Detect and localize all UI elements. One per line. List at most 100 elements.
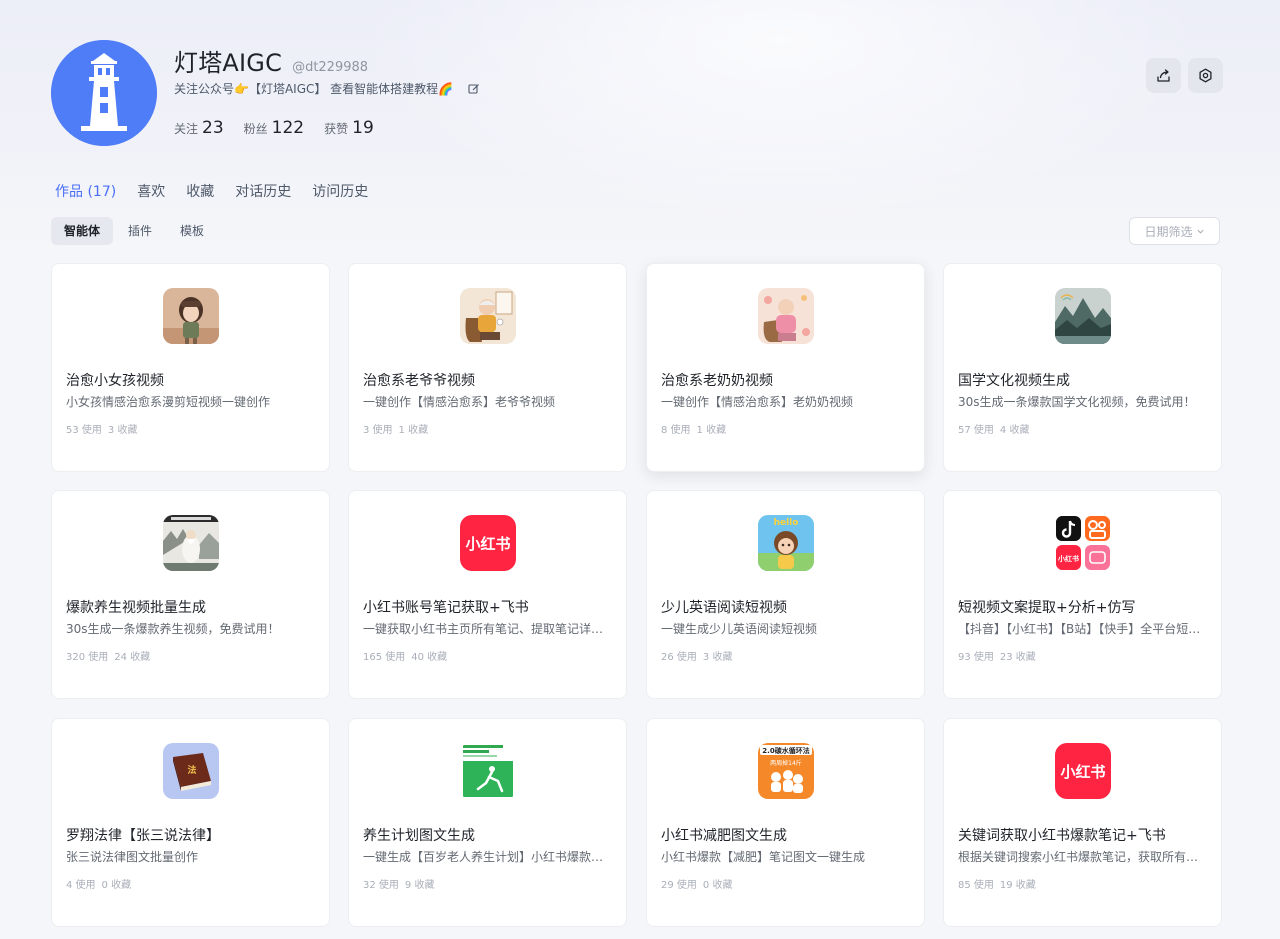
svg-text:2.0碳水循环法: 2.0碳水循环法 xyxy=(762,746,809,755)
health-plan-icon xyxy=(460,743,516,799)
share-button[interactable] xyxy=(1146,58,1181,93)
subtab-agents[interactable]: 智能体 xyxy=(51,217,114,245)
gear-icon xyxy=(1199,68,1212,83)
card-meta: 8 使用 1 收藏 xyxy=(661,421,726,436)
card-meta: 3 使用 1 收藏 xyxy=(363,421,428,436)
xiaohongshu-logo-icon: 小红书 xyxy=(460,515,516,571)
edit-icon[interactable] xyxy=(467,82,481,96)
card-description: 小女孩情感治愈系漫剪短视频一键创作 xyxy=(66,395,271,409)
card-meta: 26 使用 3 收藏 xyxy=(661,648,732,663)
landscape-painting-icon xyxy=(1055,288,1111,344)
stat-likes[interactable]: 获赞 19 xyxy=(324,118,374,138)
stat-followers[interactable]: 粉丝 122 xyxy=(244,118,304,138)
tab-visit-history[interactable]: 访问历史 xyxy=(312,181,368,201)
card-uses: 165 使用 xyxy=(363,652,406,663)
girl-illustration-icon xyxy=(163,288,219,344)
card-title: 治愈小女孩视频 xyxy=(66,373,164,389)
card-favorites: 3 收藏 xyxy=(107,425,138,436)
card-uses: 93 使用 xyxy=(958,652,994,663)
agent-card[interactable]: 小红书 关键词获取小红书爆款笔记+飞书 根据关键词搜索小红书爆款笔记，获取所有笔… xyxy=(943,718,1222,927)
card-description: 根据关键词搜索小红书爆款笔记，获取所有笔记详情并同步到飞书 xyxy=(958,850,1208,864)
stat-label: 获赞 xyxy=(324,122,349,136)
card-title: 爆款养生视频批量生成 xyxy=(66,600,206,616)
chevron-down-icon xyxy=(1196,229,1204,234)
subtab-plugins[interactable]: 插件 xyxy=(115,217,165,245)
agent-card[interactable]: 治愈小女孩视频 小女孩情感治愈系漫剪短视频一键创作 53 使用 3 收藏 xyxy=(51,263,330,472)
card-description: 一键创作【情感治愈系】老奶奶视频 xyxy=(661,395,854,409)
card-title: 小红书账号笔记获取+飞书 xyxy=(363,600,529,616)
tab-likes[interactable]: 喜欢 xyxy=(137,181,165,201)
stat-following[interactable]: 关注 23 xyxy=(174,118,224,138)
card-favorites: 9 收藏 xyxy=(404,880,435,891)
card-title: 治愈系老奶奶视频 xyxy=(661,373,773,389)
stat-value: 23 xyxy=(202,118,224,138)
agent-card[interactable]: 爆款养生视频批量生成 30s生成一条爆款养生视频，免费试用！ 320 使用 24… xyxy=(51,490,330,699)
date-filter-label: 日期筛选 xyxy=(1144,224,1193,239)
xiaohongshu-logo-icon: 小红书 xyxy=(1055,743,1111,799)
agent-card[interactable]: 治愈系老爷爷视频 一键创作【情感治愈系】老爷爷视频 3 使用 1 收藏 xyxy=(348,263,627,472)
date-filter-dropdown[interactable]: 日期筛选 xyxy=(1129,217,1220,245)
card-favorites: 24 收藏 xyxy=(114,652,151,663)
card-title: 短视频文案提取+分析+仿写 xyxy=(958,600,1136,616)
agent-card[interactable]: 小红书 短视频文案提取+分析+仿写 【抖音】【小红书】【B站】【快手】全平台短视… xyxy=(943,490,1222,699)
tab-works[interactable]: 作品 (17) xyxy=(55,181,116,201)
card-meta: 57 使用 4 收藏 xyxy=(958,421,1029,436)
tab-favorites[interactable]: 收藏 xyxy=(186,181,214,201)
card-favorites: 4 收藏 xyxy=(999,425,1030,436)
card-uses: 320 使用 xyxy=(66,652,109,663)
card-title: 国学文化视频生成 xyxy=(958,373,1070,389)
agent-card[interactable]: hello 少儿英语阅读短视频 一键生成少儿英语阅读短视频 26 使用 3 收藏 xyxy=(646,490,925,699)
avatar xyxy=(51,40,157,146)
card-description: 30s生成一条爆款国学文化视频，免费试用！ xyxy=(958,395,1196,409)
platform-logos-icon: 小红书 xyxy=(1055,515,1111,571)
profile-name-row: 灯塔AIGC @dt229988 xyxy=(174,43,368,78)
card-meta: 4 使用 0 收藏 xyxy=(66,876,131,891)
stat-value: 122 xyxy=(271,118,305,138)
agent-card[interactable]: 法 罗翔法律【张三说法律】 张三说法律图文批量创作 4 使用 0 收藏 xyxy=(51,718,330,927)
card-favorites: 1 收藏 xyxy=(398,425,429,436)
svg-text:hello: hello xyxy=(774,518,799,528)
agent-card[interactable]: 治愈系老奶奶视频 一键创作【情感治愈系】老奶奶视频 8 使用 1 收藏 xyxy=(646,263,925,472)
card-favorites: 19 收藏 xyxy=(999,880,1036,891)
card-title: 治愈系老爷爷视频 xyxy=(363,373,475,389)
svg-text:小红书: 小红书 xyxy=(1057,554,1079,563)
card-description: 一键生成【百岁老人养生计划】小红书爆款图文笔记 xyxy=(363,850,613,864)
subtab-templates[interactable]: 模板 xyxy=(167,217,217,245)
card-uses: 3 使用 xyxy=(363,425,393,436)
profile-handle: @dt229988 xyxy=(292,60,369,75)
card-title: 养生计划图文生成 xyxy=(363,828,475,844)
lighthouse-icon xyxy=(51,40,157,146)
card-favorites: 0 收藏 xyxy=(101,880,132,891)
card-uses: 8 使用 xyxy=(661,425,691,436)
tab-chat-history[interactable]: 对话历史 xyxy=(235,181,291,201)
card-favorites: 0 收藏 xyxy=(702,880,733,891)
card-favorites: 40 收藏 xyxy=(411,652,448,663)
grandma-illustration-icon xyxy=(758,288,814,344)
card-favorites: 1 收藏 xyxy=(696,425,727,436)
card-description: 一键生成少儿英语阅读短视频 xyxy=(661,622,818,636)
card-description: 一键创作【情感治愈系】老爷爷视频 xyxy=(363,395,556,409)
main-tabs: 作品 (17) 喜欢 收藏 对话历史 访问历史 xyxy=(55,181,368,201)
svg-text:两周掉14斤: 两周掉14斤 xyxy=(770,759,802,767)
settings-button[interactable] xyxy=(1188,58,1223,93)
card-uses: 85 使用 xyxy=(958,880,994,891)
stat-label: 关注 xyxy=(174,122,199,136)
card-uses: 57 使用 xyxy=(958,425,994,436)
card-meta: 93 使用 23 收藏 xyxy=(958,648,1036,663)
card-meta: 320 使用 24 收藏 xyxy=(66,648,150,663)
agent-card[interactable]: 小红书 小红书账号笔记获取+飞书 一键获取小红书主页所有笔记、提取笔记详情并同步… xyxy=(348,490,627,699)
ink-sage-painting-icon xyxy=(163,515,219,571)
agent-card[interactable]: 2.0碳水循环法 两周掉14斤 小红书减肥图文生成 小红书爆款【减肥】笔记图文一… xyxy=(646,718,925,927)
card-uses: 53 使用 xyxy=(66,425,102,436)
card-title: 小红书减肥图文生成 xyxy=(661,828,787,844)
svg-text:小红书: 小红书 xyxy=(1060,763,1105,781)
agent-card[interactable]: 国学文化视频生成 30s生成一条爆款国学文化视频，免费试用！ 57 使用 4 收… xyxy=(943,263,1222,472)
profile-bio: 关注公众号👉【灯塔AIGC】 查看智能体搭建教程🌈 xyxy=(174,82,454,96)
card-meta: 32 使用 9 收藏 xyxy=(363,876,434,891)
stat-value: 19 xyxy=(352,118,374,138)
card-favorites: 23 收藏 xyxy=(999,652,1036,663)
agent-card[interactable]: 养生计划图文生成 一键生成【百岁老人养生计划】小红书爆款图文笔记 32 使用 9… xyxy=(348,718,627,927)
card-uses: 29 使用 xyxy=(661,880,697,891)
law-book-icon: 法 xyxy=(163,743,219,799)
profile-bio-row: 关注公众号👉【灯塔AIGC】 查看智能体搭建教程🌈 xyxy=(174,80,481,97)
